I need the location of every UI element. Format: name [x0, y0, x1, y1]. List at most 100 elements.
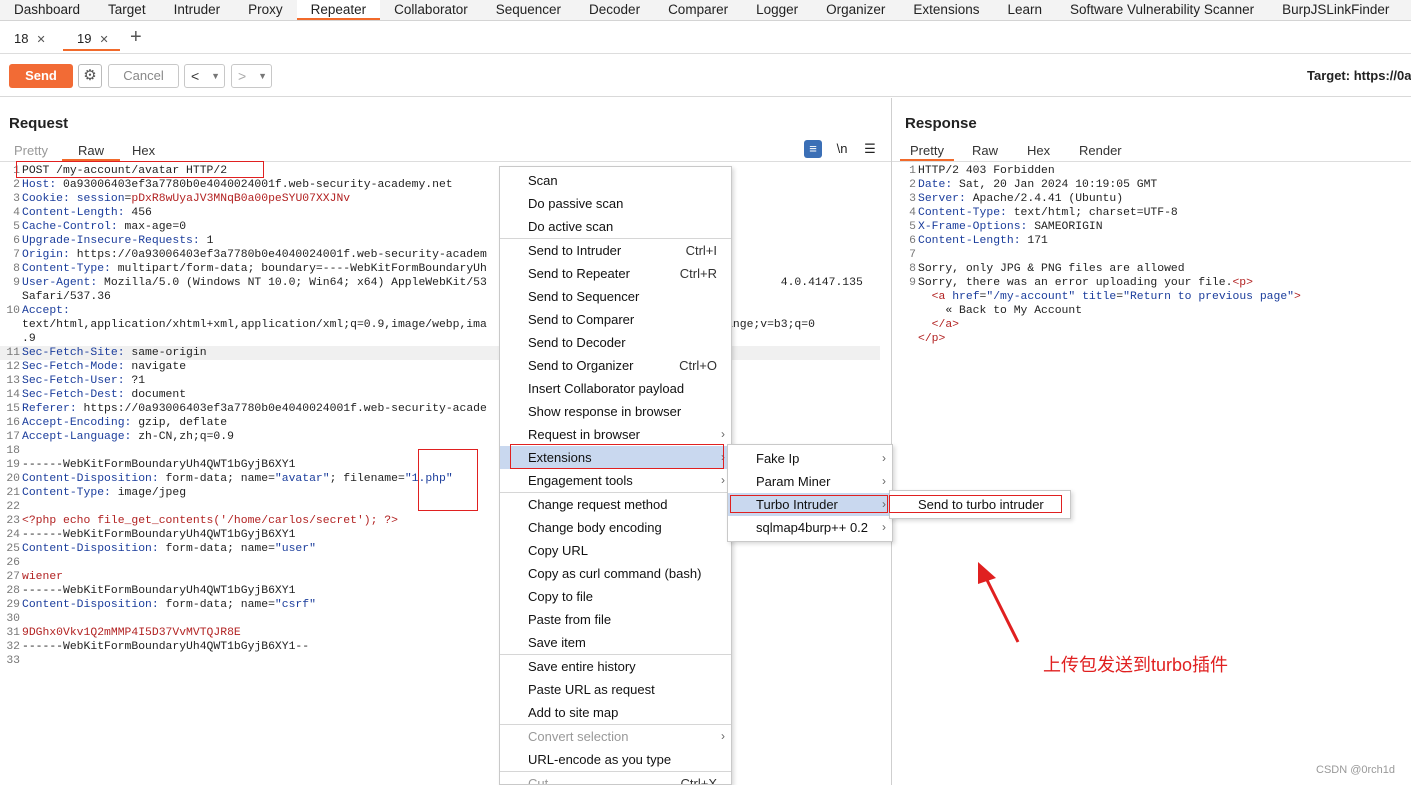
menu-item-save-entire-history[interactable]: Save entire history — [500, 655, 731, 678]
menu-item-add-to-site-map[interactable]: Add to site map — [500, 701, 731, 724]
code-line[interactable]: <a href="/my-account" title="Return to p… — [896, 290, 1411, 304]
code-line[interactable]: 10 Accept: — [0, 304, 890, 318]
menu-item-do-active-scan[interactable]: Do active scan — [500, 215, 731, 238]
menu-item-fake-ip[interactable]: Fake Ip › — [728, 447, 892, 470]
menu-item-send-to-sequencer[interactable]: Send to Sequencer — [500, 285, 731, 308]
request-editor[interactable]: 1 POST /my-account/avatar HTTP/2 2 Host: 0a… — [0, 164, 890, 668]
menu-item-do-passive-scan[interactable]: Do passive scan — [500, 192, 731, 215]
menu-item-copy-url[interactable]: Copy URL — [500, 539, 731, 562]
chevron-down-icon[interactable]: ▼ — [211, 65, 220, 87]
tab-raw[interactable]: Raw — [972, 143, 998, 161]
newline-toggle-icon[interactable]: \n — [833, 140, 851, 158]
code-line[interactable]: 1 HTTP/2 403 Forbidden — [896, 164, 1411, 178]
close-icon[interactable]: ✕ — [99, 34, 108, 46]
code-line[interactable]: 5 Cache-Control: max-age=0 — [0, 220, 890, 234]
code-line[interactable]: 29 Content-Disposition: form-data; name="… — [0, 598, 890, 612]
tab-extensions[interactable]: Extensions — [899, 0, 993, 20]
menu-item-paste-url-as-request[interactable]: Paste URL as request — [500, 678, 731, 701]
tab-comparer[interactable]: Comparer — [654, 0, 742, 20]
code-line[interactable]: 7 Origin: https://0a93006403ef3a7780b0e40… — [0, 248, 890, 262]
code-line[interactable]: 30 — [0, 612, 890, 626]
menu-item-copy-as-curl-command-bash[interactable]: Copy as curl command (bash) — [500, 562, 731, 585]
code-line[interactable]: .9 — [0, 332, 890, 346]
code-line[interactable]: 15 Referer: https://0a93006403ef3a7780b0e… — [0, 402, 890, 416]
menu-item-sqlmap4burp-0-2[interactable]: sqlmap4burp++ 0.2 › — [728, 516, 892, 539]
code-line[interactable]: 14 Sec-Fetch-Dest: document — [0, 388, 890, 402]
code-line[interactable]: Safari/537.36 — [0, 290, 890, 304]
menu-item-url-encode-as-you-type[interactable]: URL-encode as you type — [500, 748, 731, 771]
code-line[interactable]: 17 Accept-Language: zh-CN,zh;q=0.9 — [0, 430, 890, 444]
tab-dashboard[interactable]: Dashboard — [0, 0, 94, 20]
gear-icon[interactable]: ⚙ — [78, 64, 102, 88]
menu-item-cut[interactable]: Cut Ctrl+X — [500, 772, 731, 784]
response-viewer[interactable]: 1 HTTP/2 403 Forbidden 2 Date: Sat, 20 Jan … — [896, 164, 1411, 346]
tab-intruder[interactable]: Intruder — [160, 0, 235, 20]
menu-item-send-to-repeater[interactable]: Send to Repeater Ctrl+R — [500, 262, 731, 285]
tab-hex[interactable]: Hex — [132, 143, 155, 161]
menu-item-send-to-decoder[interactable]: Send to Decoder — [500, 331, 731, 354]
code-line[interactable]: 31 9DGhx0Vkv1Q2mMMP4I5D37VvMVTQJR8E — [0, 626, 890, 640]
repeater-tab-19[interactable]: 19 ✕ — [63, 27, 120, 51]
add-tab-icon[interactable]: + — [130, 25, 142, 49]
menu-item-convert-selection[interactable]: Convert selection › — [500, 725, 731, 748]
tab-organizer[interactable]: Organizer — [812, 0, 899, 20]
code-line[interactable]: 27 wiener — [0, 570, 890, 584]
menu-item-send-to-comparer[interactable]: Send to Comparer — [500, 308, 731, 331]
menu-item-send-to-intruder[interactable]: Send to Intruder Ctrl+I — [500, 239, 731, 262]
close-icon[interactable]: ✕ — [36, 34, 45, 46]
tab-software-vulnerability-scanner[interactable]: Software Vulnerability Scanner — [1056, 0, 1268, 20]
code-line[interactable]: 3 Cookie: session=pDxR8wUyaJV3MNqB0a00peS… — [0, 192, 890, 206]
tab-repeater[interactable]: Repeater — [296, 0, 381, 20]
menu-icon[interactable]: ☰ — [861, 140, 879, 158]
code-line[interactable]: « Back to My Account — [896, 304, 1411, 318]
code-line[interactable]: 2 Date: Sat, 20 Jan 2024 10:19:05 GMT — [896, 178, 1411, 192]
code-line[interactable]: 3 Server: Apache/2.4.41 (Ubuntu) — [896, 192, 1411, 206]
code-line[interactable]: 32 ------WebKitFormBoundaryUh4QWT1bGyjB6X… — [0, 640, 890, 654]
tab-collaborator[interactable]: Collaborator — [380, 0, 482, 20]
code-line[interactable]: 16 Accept-Encoding: gzip, deflate — [0, 416, 890, 430]
tab-target[interactable]: Target — [94, 0, 160, 20]
code-line[interactable]: 7 — [896, 248, 1411, 262]
pretty-print-icon[interactable]: ≡ — [804, 140, 822, 158]
menu-item-engagement-tools[interactable]: Engagement tools › — [500, 469, 731, 492]
menu-item-scan[interactable]: Scan — [500, 169, 731, 192]
code-line[interactable]: 6 Upgrade-Insecure-Requests: 1 — [0, 234, 890, 248]
tab-proxy[interactable]: Proxy — [234, 0, 297, 20]
code-line[interactable]: 13 Sec-Fetch-User: ?1 — [0, 374, 890, 388]
menu-item-copy-to-file[interactable]: Copy to file — [500, 585, 731, 608]
repeater-tab-18[interactable]: 18 ✕ — [0, 27, 52, 51]
tab-logger[interactable]: Logger — [742, 0, 812, 20]
pane-divider[interactable] — [891, 98, 892, 785]
tab-burpjslinkfinder[interactable]: BurpJSLinkFinder — [1268, 0, 1403, 20]
tab-sequencer[interactable]: Sequencer — [482, 0, 575, 20]
menu-item-param-miner[interactable]: Param Miner › — [728, 470, 892, 493]
code-line[interactable]: 33 — [0, 654, 890, 668]
menu-item-show-response-in-browser[interactable]: Show response in browser — [500, 400, 731, 423]
menu-item-change-body-encoding[interactable]: Change body encoding — [500, 516, 731, 539]
tab-raw[interactable]: Raw — [62, 143, 121, 161]
code-line[interactable]: 9 User-Agent: Mozilla/5.0 (Windows NT 10.… — [0, 276, 890, 290]
menu-item-paste-from-file[interactable]: Paste from file — [500, 608, 731, 631]
send-button[interactable]: Send — [9, 64, 73, 88]
chevron-down-icon[interactable]: ▼ — [258, 65, 267, 87]
code-line[interactable]: 12 Sec-Fetch-Mode: navigate — [0, 360, 890, 374]
menu-item-insert-collaborator-payload[interactable]: Insert Collaborator payload — [500, 377, 731, 400]
menu-item-change-request-method[interactable]: Change request method — [500, 493, 731, 516]
code-line[interactable]: 5 X-Frame-Options: SAMEORIGIN — [896, 220, 1411, 234]
tab-render[interactable]: Render — [1079, 143, 1122, 161]
tab-decoder[interactable]: Decoder — [575, 0, 654, 20]
code-line[interactable]: </a> — [896, 318, 1411, 332]
code-line[interactable]: 6 Content-Length: 171 — [896, 234, 1411, 248]
tab-learn[interactable]: Learn — [993, 0, 1056, 20]
back-button[interactable]: < ▼ — [184, 64, 225, 88]
code-line[interactable]: 2 Host: 0a93006403ef3a7780b0e4040024001f.… — [0, 178, 890, 192]
code-line[interactable]: 26 — [0, 556, 890, 570]
tab-hex[interactable]: Hex — [1027, 143, 1050, 161]
menu-item-request-in-browser[interactable]: Request in browser › — [500, 423, 731, 446]
code-line[interactable]: 4 Content-Type: text/html; charset=UTF-8 — [896, 206, 1411, 220]
code-line[interactable]: 11 Sec-Fetch-Site: same-origin — [0, 346, 880, 360]
menu-item-send-to-organizer[interactable]: Send to Organizer Ctrl+O — [500, 354, 731, 377]
code-line[interactable]: 9 Sorry, there was an error uploading you… — [896, 276, 1411, 290]
tab-pretty[interactable]: Pretty — [900, 143, 954, 161]
target-label[interactable]: Target: https://0a — [1307, 68, 1411, 83]
